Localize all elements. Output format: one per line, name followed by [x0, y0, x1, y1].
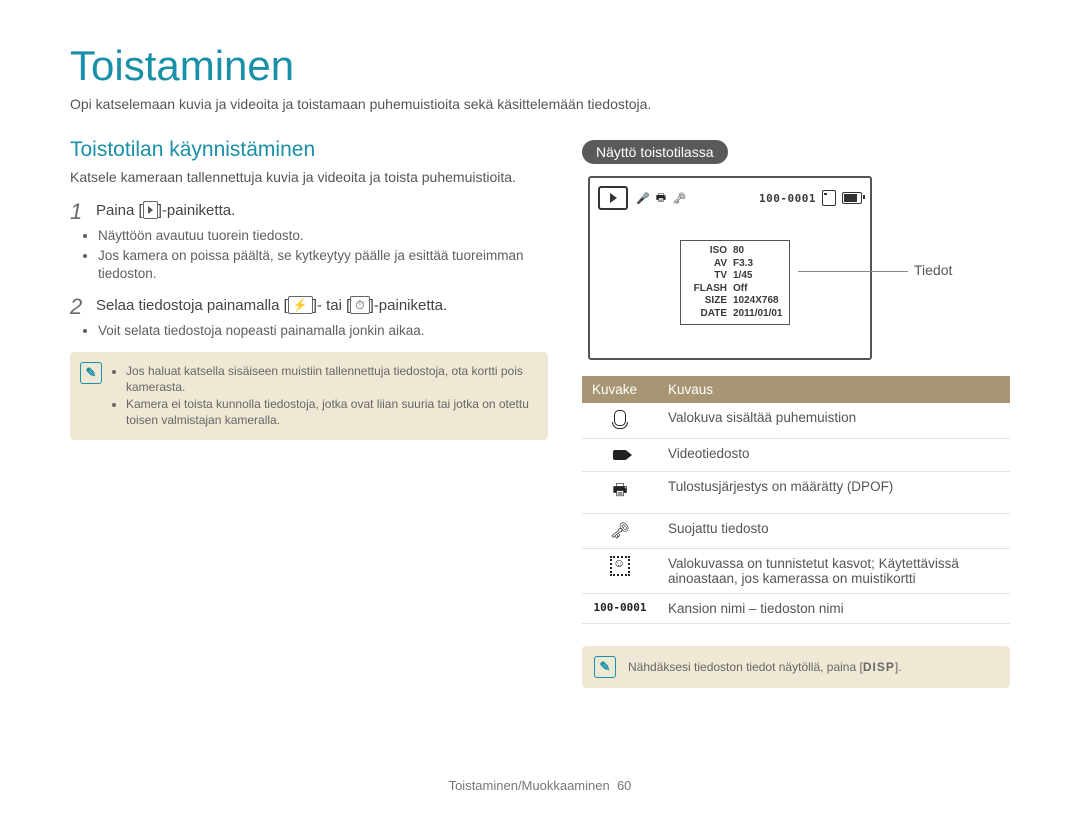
- step2-text-mid: ]- tai [: [313, 297, 351, 314]
- info-label: FLASH: [687, 283, 733, 296]
- bullet: Voit selata tiedostoja nopeasti painamal…: [98, 322, 548, 340]
- step2-text-b: ]-painiketta.: [370, 297, 448, 314]
- info-value: 80: [733, 245, 744, 258]
- lcd-status-icons: 🎤 🖶 🗝: [636, 189, 686, 208]
- info-label: AV: [687, 258, 733, 271]
- legend-icon-cell: 100-0001: [582, 594, 658, 624]
- col-header-desc: Kuvaus: [658, 376, 1010, 403]
- face-detect-icon: [610, 556, 630, 576]
- info-label: SIZE: [687, 295, 733, 308]
- info-value: F3.3: [733, 258, 753, 271]
- info-label: ISO: [687, 245, 733, 258]
- printer-icon: 🖶: [612, 482, 627, 499]
- page-footer: Toistaminen/Muokkaaminen 60: [0, 778, 1080, 793]
- lcd-info-panel: ISO80 AVF3.3 TV1/45 FLASHOff SIZE1024X76…: [680, 240, 790, 325]
- print-icon: 🖶: [656, 189, 666, 208]
- note-icon: ✎: [80, 362, 102, 384]
- legend-icon-cell: 🗝: [582, 514, 658, 549]
- file-id: 100-0001: [759, 192, 816, 205]
- step-number: 1: [70, 201, 96, 223]
- step-text: Selaa tiedostoja painamalla [⚡]- tai [⏱]…: [96, 296, 447, 316]
- lcd-illustration: 🎤 🖶 🗝 100-0001 ISO80 AVF3.3: [588, 176, 1010, 360]
- legend-desc: Valokuvassa on tunnistetut kasvot; Käyte…: [658, 549, 1010, 594]
- microphone-icon: [614, 410, 626, 426]
- bullet: Jos kamera on poissa päältä, se kytkeyty…: [98, 247, 548, 283]
- mic-icon: 🎤: [636, 192, 650, 205]
- lcd-top-bar: 🎤 🖶 🗝 100-0001: [598, 186, 862, 210]
- camera-lcd: 🎤 🖶 🗝 100-0001 ISO80 AVF3.3: [588, 176, 872, 360]
- callout-label: Tiedot: [914, 262, 952, 278]
- step-2: 2 Selaa tiedostoja painamalla [⚡]- tai […: [70, 296, 548, 318]
- table-row: Videotiedosto: [582, 439, 1010, 472]
- battery-fill: [844, 194, 857, 202]
- section-lede: Katsele kameraan tallennettuja kuvia ja …: [70, 168, 548, 187]
- step1-text-b: ]-painiketta.: [158, 202, 236, 219]
- legend-icon-cell: [582, 549, 658, 594]
- info-value: 1024X768: [733, 295, 779, 308]
- info-value: 1/45: [733, 270, 752, 283]
- step1-text-a: Paina [: [96, 202, 143, 219]
- info-value: Off: [733, 283, 747, 296]
- video-icon: [613, 450, 627, 460]
- page-title: Toistaminen: [70, 42, 1010, 90]
- manual-page: Toistaminen Opi katselemaan kuvia ja vid…: [0, 0, 1080, 815]
- step-1: 1 Paina [ ]-painiketta.: [70, 201, 548, 223]
- legend-icon-cell: 🖶: [582, 472, 658, 514]
- page-intro: Opi katselemaan kuvia ja videoita ja toi…: [70, 96, 1010, 112]
- lcd-top-right: 100-0001: [759, 190, 862, 206]
- note-item: Kamera ei toista kunnolla tiedostoja, jo…: [126, 396, 536, 428]
- battery-icon: [842, 192, 862, 204]
- left-column: Toistotilan käynnistäminen Katsele kamer…: [70, 138, 548, 688]
- step2-bullets: Voit selata tiedostoja nopeasti painamal…: [98, 322, 548, 340]
- legend-icon-cell: [582, 439, 658, 472]
- step1-bullets: Näyttöön avautuu tuorein tiedosto. Jos k…: [98, 227, 548, 284]
- legend-desc: Suojattu tiedosto: [658, 514, 1010, 549]
- tip-text: Nähdäksesi tiedoston tiedot näytöllä, pa…: [628, 660, 902, 674]
- key-lock-icon: 🗝: [610, 523, 630, 540]
- col-header-icon: Kuvake: [582, 376, 658, 403]
- note-icon: ✎: [594, 656, 616, 678]
- info-value: 2011/01/01: [733, 308, 783, 321]
- tip-b: ].: [895, 660, 902, 674]
- table-row: 🗝 Suojattu tiedosto: [582, 514, 1010, 549]
- section-heading: Toistotilan käynnistäminen: [70, 138, 548, 162]
- legend-desc: Videotiedosto: [658, 439, 1010, 472]
- note-box: ✎ Jos haluat katsella sisäiseen muistiin…: [70, 352, 548, 440]
- disp-button-label: DISP: [863, 660, 895, 674]
- step-number: 2: [70, 296, 96, 318]
- note-list: Jos haluat katsella sisäiseen muistiin t…: [112, 362, 536, 430]
- right-column: Näyttö toistotilassa 🎤 🖶 🗝 100-0001: [582, 138, 1010, 688]
- icon-legend-table: Kuvake Kuvaus Valokuva sisältää puhemuis…: [582, 376, 1010, 624]
- timer-button-icon: ⏱: [350, 296, 369, 314]
- legend-desc: Valokuva sisältää puhemuistion: [658, 403, 1010, 439]
- table-row: Valokuvassa on tunnistetut kasvot; Käyte…: [582, 549, 1010, 594]
- table-header-row: Kuvake Kuvaus: [582, 376, 1010, 403]
- bullet: Näyttöön avautuu tuorein tiedosto.: [98, 227, 548, 245]
- subsection-pill: Näyttö toistotilassa: [582, 140, 728, 164]
- footer-page-number: 60: [617, 778, 631, 793]
- note-item: Jos haluat katsella sisäiseen muistiin t…: [126, 363, 536, 395]
- callout-line: [798, 271, 908, 272]
- tip-a: Nähdäksesi tiedoston tiedot näytöllä, pa…: [628, 660, 863, 674]
- step-text: Paina [ ]-painiketta.: [96, 201, 235, 221]
- play-button-icon: [143, 201, 158, 219]
- two-column-layout: Toistotilan käynnistäminen Katsele kamer…: [70, 138, 1010, 688]
- legend-desc: Kansion nimi – tiedoston nimi: [658, 594, 1010, 624]
- info-label: TV: [687, 270, 733, 283]
- playback-indicator-icon: [598, 186, 628, 210]
- lock-icon: 🗝: [672, 192, 686, 205]
- legend-desc: Tulostusjärjestys on määrätty (DPOF): [658, 472, 1010, 514]
- legend-icon-cell: [582, 403, 658, 439]
- tip-box: ✎ Nähdäksesi tiedoston tiedot näytöllä, …: [582, 646, 1010, 688]
- table-row: 100-0001 Kansion nimi – tiedoston nimi: [582, 594, 1010, 624]
- footer-section: Toistaminen/Muokkaaminen: [449, 778, 610, 793]
- table-row: Valokuva sisältää puhemuistion: [582, 403, 1010, 439]
- step2-text-a: Selaa tiedostoja painamalla [: [96, 297, 288, 314]
- info-label: DATE: [687, 308, 733, 321]
- table-row: 🖶 Tulostusjärjestys on määrätty (DPOF): [582, 472, 1010, 514]
- flash-button-icon: ⚡: [288, 296, 313, 314]
- memory-card-icon: [822, 190, 836, 206]
